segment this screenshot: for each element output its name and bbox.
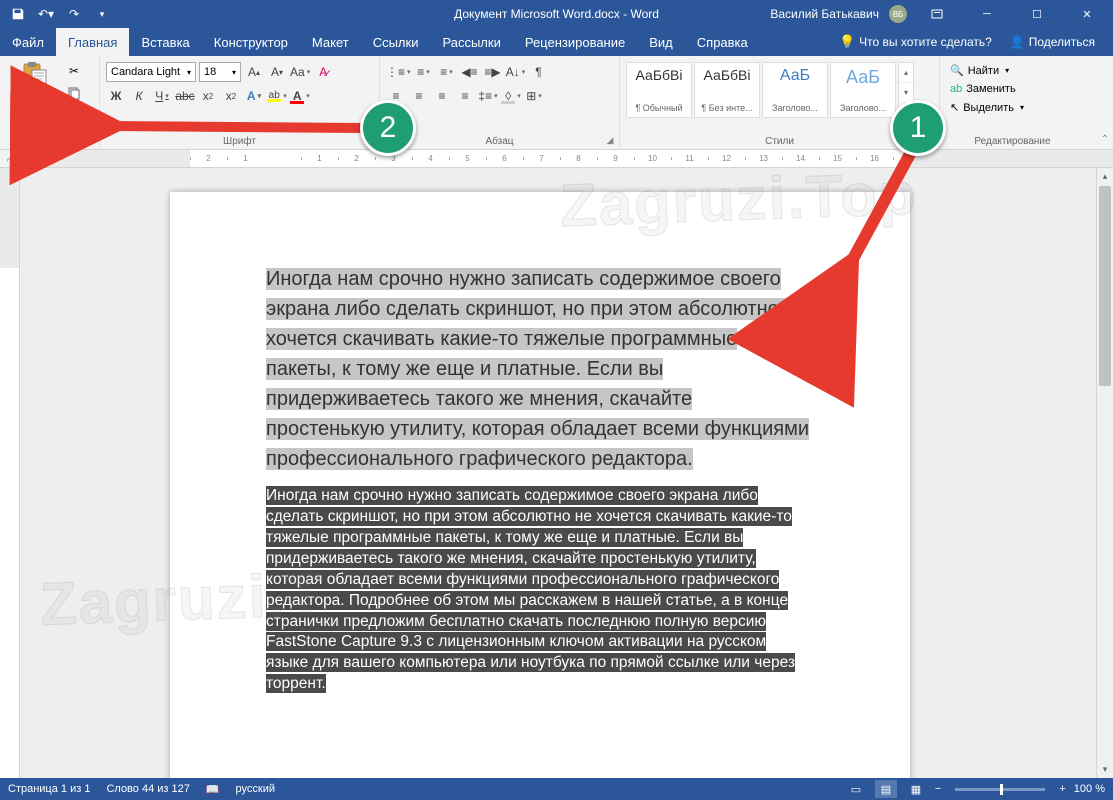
document-page: Иногда нам срочно нужно записать содержи… xyxy=(170,192,910,778)
tab-selector[interactable]: ⌐ xyxy=(0,150,20,168)
close-button[interactable]: ✕ xyxy=(1067,0,1107,28)
user-name[interactable]: Василий Батькавич xyxy=(770,7,879,21)
bold-button[interactable]: Ж xyxy=(106,86,126,106)
strikethrough-button[interactable]: abc xyxy=(175,86,195,106)
line-spacing-icon[interactable]: ‡≡ xyxy=(478,86,498,106)
font-color-icon[interactable]: A xyxy=(290,86,310,106)
scroll-up-icon[interactable]: ▴ xyxy=(1097,168,1113,185)
collapse-ribbon-icon[interactable]: ⌃ xyxy=(1101,134,1109,145)
word-count[interactable]: Слово 44 из 127 xyxy=(106,783,189,795)
user-avatar[interactable]: ВБ xyxy=(889,5,907,23)
save-icon[interactable] xyxy=(8,4,28,24)
tab-mailings[interactable]: Рассылки xyxy=(430,28,512,56)
text-effects-icon[interactable]: A xyxy=(244,86,264,106)
tab-file[interactable]: Файл xyxy=(0,28,56,56)
style-heading1[interactable]: АаБЗаголово... xyxy=(762,62,828,118)
cut-icon[interactable]: ✂ xyxy=(64,62,84,80)
ribbon-display-options-icon[interactable] xyxy=(917,0,957,28)
editing-group-label: Редактирование xyxy=(940,136,1085,147)
select-button[interactable]: ↖Выделить▾ xyxy=(946,99,1079,116)
bullets-icon[interactable]: ⋮≡ xyxy=(386,62,411,82)
align-right-icon[interactable]: ≡ xyxy=(432,86,452,106)
annotation-arrow-1 xyxy=(820,148,940,293)
clipboard-icon xyxy=(18,60,50,92)
decrease-indent-icon[interactable]: ◀≡ xyxy=(460,62,480,82)
increase-indent-icon[interactable]: ≡▶ xyxy=(483,62,503,82)
vertical-ruler[interactable] xyxy=(0,168,20,778)
read-mode-icon[interactable]: ▭ xyxy=(845,780,867,798)
status-bar: Страница 1 из 1 Слово 44 из 127 📖 русски… xyxy=(0,778,1113,800)
tab-references[interactable]: Ссылки xyxy=(361,28,431,56)
annotation-arrow-2 xyxy=(92,104,372,149)
undo-icon[interactable]: ↶▾ xyxy=(36,4,56,24)
redo-icon[interactable]: ↷ xyxy=(64,4,84,24)
zoom-out-icon[interactable]: − xyxy=(935,783,941,795)
web-layout-icon[interactable]: ▦ xyxy=(905,780,927,798)
borders-icon[interactable]: ⊞ xyxy=(524,86,544,106)
tab-view[interactable]: Вид xyxy=(637,28,685,56)
language-indicator[interactable]: русский xyxy=(236,783,275,795)
tab-insert[interactable]: Вставка xyxy=(129,28,201,56)
maximize-button[interactable]: ☐ xyxy=(1017,0,1057,28)
superscript-button[interactable]: x2 xyxy=(221,86,241,106)
annotation-badge-2: 2 xyxy=(360,100,416,156)
document-title: Документ Microsoft Word.docx - Word xyxy=(454,7,659,21)
replace-button[interactable]: abЗаменить xyxy=(946,81,1079,97)
zoom-slider[interactable] xyxy=(955,788,1045,791)
style-no-spacing[interactable]: АаБбВі¶ Без инте... xyxy=(694,62,760,118)
style-heading2[interactable]: АаБЗаголово... xyxy=(830,62,896,118)
change-case-icon[interactable]: Aa xyxy=(290,62,310,82)
tab-design[interactable]: Конструктор xyxy=(202,28,300,56)
lightbulb-icon: 💡 xyxy=(839,34,855,49)
style-normal[interactable]: АаБбВі¶ Обычный xyxy=(626,62,692,118)
search-icon: 🔍 xyxy=(950,64,964,77)
italic-button[interactable]: К xyxy=(129,86,149,106)
annotation-badge-1: 1 xyxy=(890,100,946,156)
share-button[interactable]: 👤Поделиться xyxy=(1010,35,1095,49)
shading-icon[interactable]: ◊ xyxy=(501,86,521,106)
cursor-icon: ↖ xyxy=(950,101,959,114)
share-icon: 👤 xyxy=(1010,35,1025,49)
print-layout-icon[interactable]: ▤ xyxy=(875,780,897,798)
underline-button[interactable]: Ч xyxy=(152,86,172,106)
scroll-down-icon[interactable]: ▾ xyxy=(1097,761,1113,778)
qat-customize-icon[interactable]: ▾ xyxy=(92,4,112,24)
ribbon-tabs: Файл Главная Вставка Конструктор Макет С… xyxy=(0,28,1113,56)
paragraph-launcher-icon[interactable]: ◢ xyxy=(604,134,616,146)
replace-icon: ab xyxy=(950,83,962,95)
clear-formatting-icon[interactable]: A̷ xyxy=(313,62,333,82)
grow-font-icon[interactable]: A▴ xyxy=(244,62,264,82)
horizontal-ruler[interactable]: ⌐ 211234567891011121314151617 xyxy=(0,150,1113,168)
show-marks-icon[interactable]: ¶ xyxy=(529,62,549,82)
zoom-in-icon[interactable]: + xyxy=(1059,783,1065,795)
zoom-level[interactable]: 100 % xyxy=(1074,783,1105,795)
shrink-font-icon[interactable]: A▾ xyxy=(267,62,287,82)
minimize-button[interactable]: ─ xyxy=(967,0,1007,28)
page-indicator[interactable]: Страница 1 из 1 xyxy=(8,783,90,795)
tab-layout[interactable]: Макет xyxy=(300,28,361,56)
vertical-scrollbar[interactable]: ▴ ▾ xyxy=(1096,168,1113,778)
align-center-icon[interactable]: ≡ xyxy=(409,86,429,106)
paragraph-2[interactable]: Иногда нам срочно нужно записать содержи… xyxy=(266,486,810,695)
tab-review[interactable]: Рецензирование xyxy=(513,28,637,56)
font-name-select[interactable]: Candara Light▾ xyxy=(106,62,196,82)
justify-icon[interactable]: ≡ xyxy=(455,86,475,106)
numbering-icon[interactable]: ≡ xyxy=(414,62,434,82)
format-painter-icon[interactable] xyxy=(64,106,84,124)
tab-help[interactable]: Справка xyxy=(685,28,760,56)
spellcheck-icon[interactable]: 📖 xyxy=(206,783,220,796)
tell-me-search[interactable]: 💡Что вы хотите сделать? xyxy=(839,34,992,50)
multilevel-list-icon[interactable]: ≡ xyxy=(437,62,457,82)
subscript-button[interactable]: x2 xyxy=(198,86,218,106)
highlight-color-icon[interactable]: ab xyxy=(267,86,287,106)
copy-icon[interactable] xyxy=(64,84,84,102)
tab-home[interactable]: Главная xyxy=(56,28,129,56)
title-bar: ↶▾ ↷ ▾ Документ Microsoft Word.docx - Wo… xyxy=(0,0,1113,28)
find-button[interactable]: 🔍Найти▾ xyxy=(946,62,1079,79)
sort-icon[interactable]: A↓ xyxy=(506,62,526,82)
scroll-thumb[interactable] xyxy=(1099,186,1111,386)
paragraph-group-label: Абзац xyxy=(380,136,619,147)
paragraph-1[interactable]: Иногда нам срочно нужно записать содержи… xyxy=(266,264,810,474)
font-size-select[interactable]: 18▾ xyxy=(199,62,241,82)
